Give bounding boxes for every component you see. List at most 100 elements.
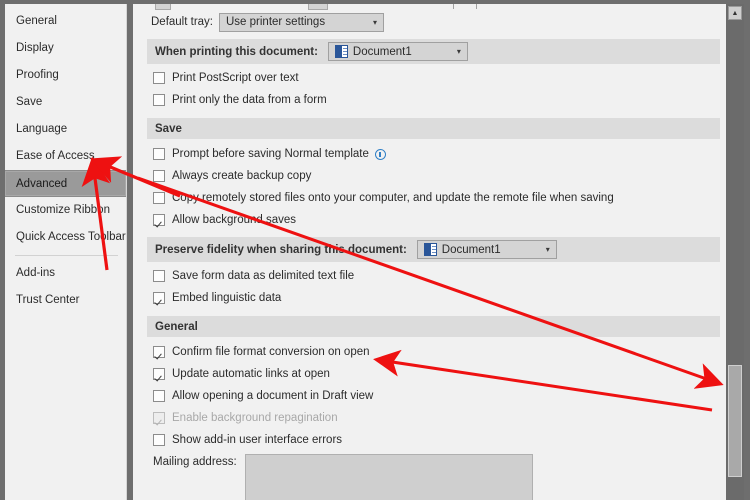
option-label: Update automatic links at open — [172, 368, 330, 380]
word-document-icon — [423, 243, 437, 256]
sidebar-item-label: Customize Ribbon — [16, 204, 110, 216]
checkbox-allow-background-saves[interactable] — [153, 214, 165, 226]
fidelity-section-title: Preserve fidelity when sharing this docu… — [155, 243, 407, 256]
general-section-header: General — [147, 316, 720, 337]
option-row[interactable]: Always create backup copy — [133, 165, 726, 187]
save-section-title: Save — [155, 122, 182, 135]
option-label: Enable background repagination — [172, 412, 338, 424]
option-label: Save form data as delimited text file — [172, 270, 355, 282]
sidebar-item-language[interactable]: Language — [5, 116, 126, 143]
info-circle-icon[interactable] — [374, 148, 386, 160]
scroll-up-arrow-icon[interactable]: ▲ — [728, 6, 742, 20]
chevron-down-icon: ▾ — [372, 17, 377, 27]
checkbox-enable-background-repagination — [153, 412, 165, 424]
fidelity-document-value: Document1 — [441, 243, 501, 256]
scrollbar-thumb[interactable] — [728, 365, 742, 477]
option-label: Show add-in user interface errors — [172, 434, 343, 446]
option-row[interactable]: Copy remotely stored files onto your com… — [133, 187, 726, 209]
chevron-down-icon: ▾ — [456, 47, 461, 56]
mailing-address-label: Mailing address: — [153, 456, 237, 468]
mailing-address-row: Mailing address: — [133, 454, 726, 500]
default-tray-value: Use printer settings — [226, 16, 326, 28]
checkbox-confirm-file-format-conversion-on-open[interactable] — [153, 346, 165, 358]
options-category-sidebar: General Display Proofing Save Language Ease o… — [5, 4, 127, 500]
sidebar-item-label: Advanced — [16, 178, 68, 190]
checkbox-save-form-data-as-delimited-text-file[interactable] — [153, 270, 165, 282]
sidebar-item-general[interactable]: General — [5, 8, 126, 35]
word-document-icon — [334, 45, 348, 58]
when-printing-band: When printing this document: Document1 ▾ — [147, 39, 720, 64]
sidebar-item-display[interactable]: Display — [5, 35, 126, 62]
clipped-top-row — [133, 4, 726, 11]
option-label: Copy remotely stored files onto your com… — [172, 192, 614, 204]
when-printing-label: When printing this document: — [155, 45, 318, 58]
when-printing-document-combobox[interactable]: Document1 ▾ — [327, 42, 468, 61]
option-row[interactable]: Enable background repagination — [133, 407, 726, 429]
save-options-list: Prompt before saving Normal template Alwa… — [133, 143, 726, 231]
option-label: Embed linguistic data — [172, 292, 282, 304]
clipped-tick-a — [453, 4, 454, 9]
clipped-field — [308, 4, 328, 10]
checkbox-always-create-backup-copy[interactable] — [153, 170, 165, 182]
option-row[interactable]: Save form data as delimited text file — [133, 265, 726, 287]
sidebar-item-label: Add-ins — [16, 267, 55, 279]
general-options-list: Confirm file format conversion on open Up… — [133, 341, 726, 451]
option-label: Always create backup copy — [172, 170, 312, 182]
sidebar-item-quick-access-toolbar[interactable]: Quick Access Toolbar — [5, 224, 126, 251]
sidebar-item-label: Proofing — [16, 69, 59, 81]
option-label: Allow opening a document in Draft view — [172, 390, 374, 402]
sidebar-item-label: Save — [16, 96, 43, 108]
option-label: Allow background saves — [172, 214, 297, 226]
checkbox-copy-remotely-stored-files-onto-your-com[interactable] — [153, 192, 165, 204]
option-row[interactable]: Confirm file format conversion on open — [133, 341, 726, 363]
sidebar-item-label: Trust Center — [16, 294, 80, 306]
checkbox-show-add-in-user-interface-errors[interactable] — [153, 434, 165, 446]
vertical-scrollbar[interactable]: ▲ — [726, 4, 744, 500]
checkbox-update-automatic-links-at-open[interactable] — [153, 368, 165, 380]
mailing-address-input[interactable] — [244, 454, 533, 500]
sidebar-item-add-ins[interactable]: Add-ins — [5, 260, 126, 287]
sidebar-item-ease-of-access[interactable]: Ease of Access — [5, 143, 126, 170]
save-section-header: Save — [147, 118, 720, 139]
option-row[interactable]: Prompt before saving Normal template — [133, 143, 726, 165]
checkbox-print-postscript-over-text[interactable] — [153, 72, 165, 84]
fidelity-options-list: Save form data as delimited text file Emb… — [133, 265, 726, 309]
when-printing-document-value: Document1 — [352, 45, 412, 58]
fidelity-document-combobox[interactable]: Document1 ▾ — [416, 240, 557, 259]
sidebar-item-advanced[interactable]: Advanced — [5, 170, 126, 197]
option-label: Confirm file format conversion on open — [172, 346, 370, 358]
checkbox-embed-linguistic-data[interactable] — [153, 292, 165, 304]
advanced-options-pane: Default tray: Use printer settings ▾ Whe… — [133, 4, 726, 500]
sidebar-item-trust-center[interactable]: Trust Center — [5, 287, 126, 314]
print-options-list: Print PostScript over text Print only the… — [133, 67, 726, 111]
options-dialog-screenshot: General Display Proofing Save Language Ease o… — [0, 0, 750, 500]
sidebar-divider-line — [15, 255, 118, 256]
option-row[interactable]: Print only the data from a form — [133, 89, 726, 111]
default-tray-row: Default tray: Use printer settings ▾ — [133, 11, 726, 33]
default-tray-label: Default tray: — [151, 16, 213, 28]
option-row[interactable]: Allow background saves — [133, 209, 726, 231]
option-row[interactable]: Show add-in user interface errors — [133, 429, 726, 451]
default-tray-combobox[interactable]: Use printer settings ▾ — [219, 12, 384, 32]
sidebar-item-label: Language — [16, 123, 68, 135]
checkbox-allow-opening-a-document-in-draft-view[interactable] — [153, 390, 165, 402]
option-row[interactable]: Allow opening a document in Draft view — [133, 385, 726, 407]
window-right-border — [744, 0, 750, 500]
fidelity-section-header: Preserve fidelity when sharing this docu… — [147, 237, 720, 262]
option-row[interactable]: Print PostScript over text — [133, 67, 726, 89]
checkbox-print-only-the-data-from-a-form[interactable] — [153, 94, 165, 106]
sidebar-item-customize-ribbon[interactable]: Customize Ribbon — [5, 197, 126, 224]
sidebar-item-proofing[interactable]: Proofing — [5, 62, 126, 89]
clipped-checkbox — [155, 4, 171, 10]
sidebar-item-label: Ease of Access — [16, 150, 95, 162]
checkbox-prompt-before-saving-normal-template[interactable] — [153, 148, 165, 160]
chevron-down-icon: ▾ — [545, 245, 550, 254]
clipped-tick-b — [476, 4, 477, 9]
sidebar-item-save[interactable]: Save — [5, 89, 126, 116]
option-label: Print PostScript over text — [172, 72, 299, 84]
option-row[interactable]: Update automatic links at open — [133, 363, 726, 385]
sidebar-item-label: Display — [16, 42, 54, 54]
sidebar-item-label: Quick Access Toolbar — [16, 231, 126, 243]
option-row[interactable]: Embed linguistic data — [133, 287, 726, 309]
option-label: Print only the data from a form — [172, 94, 327, 106]
